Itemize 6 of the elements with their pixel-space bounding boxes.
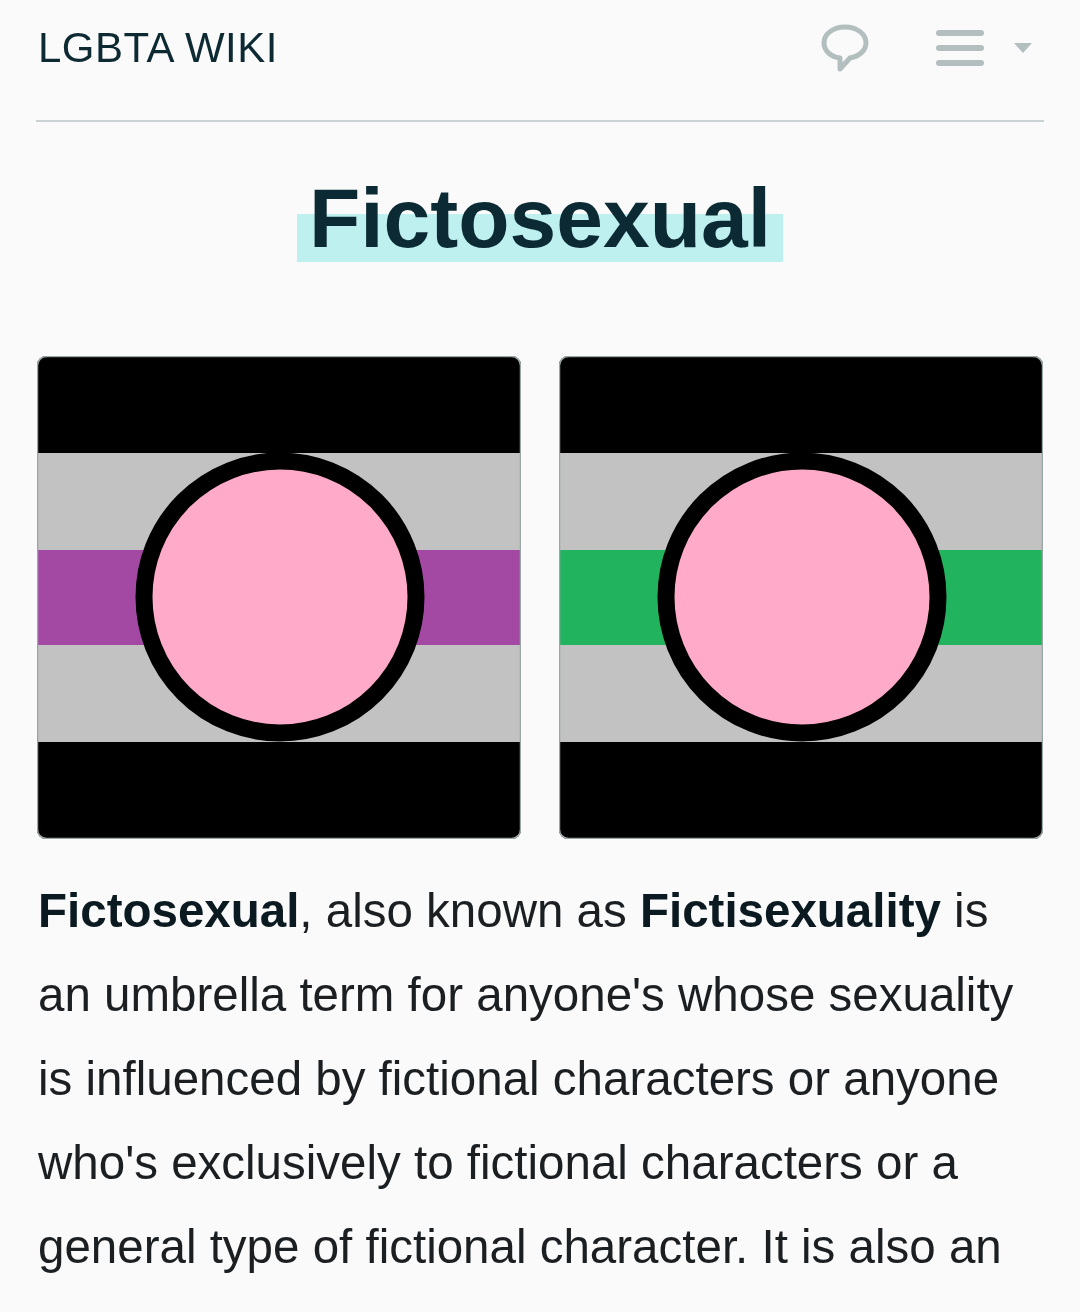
site-title[interactable]: LGBTA WIKI: [38, 27, 278, 69]
article-paragraph: Fictosexual, also known as Fictisexuality is an umbrella term for anyone's whose sexuality is influenced by fictional characters or anyone who's exclusively to fictional characters or a general type of fictional character. It is also an: [38, 883, 1015, 1275]
speech-bubble-icon[interactable]: [820, 23, 870, 73]
caret-icon: [1014, 43, 1032, 53]
menu-button[interactable]: [936, 28, 1032, 68]
menu-icon: [936, 28, 984, 68]
